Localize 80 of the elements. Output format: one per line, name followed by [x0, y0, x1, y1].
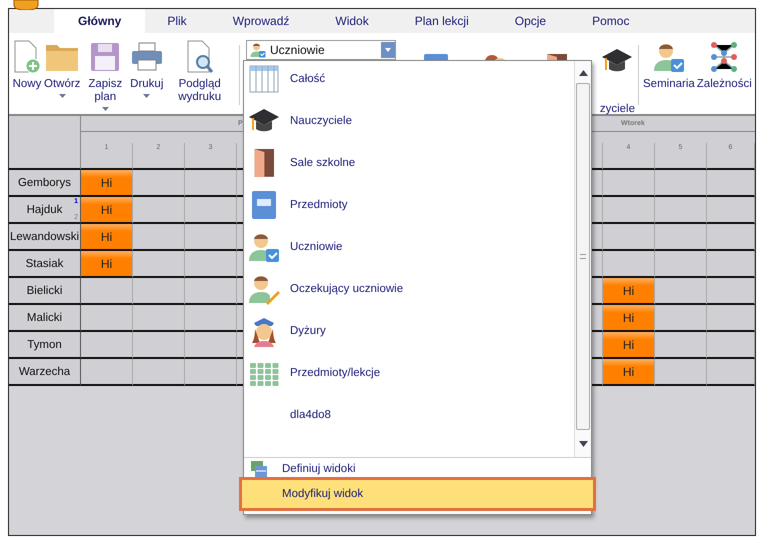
timetable-cell: [707, 170, 755, 197]
lesson-card[interactable]: Hi: [603, 278, 655, 305]
timetable-cell: [133, 359, 185, 386]
ribbon-button[interactable]: Zależności: [696, 37, 753, 107]
menu-tab[interactable]: Główny: [54, 9, 146, 33]
menu-tab[interactable]: Pomoc: [568, 9, 654, 33]
timetable-cell: [81, 305, 133, 332]
lesson-card[interactable]: Hi: [81, 197, 133, 224]
timetable-cell: [81, 332, 133, 359]
menu-tab[interactable]: Plik: [143, 9, 211, 33]
timetable-cell: [655, 305, 707, 332]
view-option[interactable]: Nauczyciele: [244, 100, 574, 142]
timetable-cell: [133, 197, 185, 224]
logo-icon: [12, 0, 40, 10]
timetable-cell: [707, 332, 755, 359]
folder-icon: [45, 42, 80, 72]
menu-item[interactable]: Modyfikuj widok: [242, 480, 593, 508]
student-pencil-icon: [248, 273, 280, 305]
timetable-cell: [655, 251, 707, 278]
ribbon-button[interactable]: Drukuj: [129, 37, 164, 114]
timetable-cell: [133, 332, 185, 359]
view-option[interactable]: Dyżury: [244, 310, 574, 352]
timetable-cell: [655, 332, 707, 359]
timetable-cell: [133, 224, 185, 251]
student-check-icon: [248, 231, 280, 263]
lesson-card[interactable]: Hi: [603, 305, 655, 332]
view-option[interactable]: Przedmioty/lekcje: [244, 352, 574, 394]
timetable-cell: [655, 197, 707, 224]
student-name: Warzecha: [9, 359, 81, 386]
printer-icon: [130, 42, 163, 72]
view-option[interactable]: Całość: [244, 61, 574, 100]
view-windows-icon: [250, 460, 268, 478]
timetable-cell: [707, 251, 755, 278]
timetable-cell: [707, 197, 755, 224]
ribbon-button[interactable]: Zapisz plan: [81, 37, 130, 114]
student-name: Tymon: [9, 332, 81, 359]
new-document-icon: [12, 40, 42, 74]
view-combo[interactable]: Uczniowie: [246, 40, 396, 60]
menu-tab[interactable]: Wprowadź: [208, 9, 314, 33]
lesson-card[interactable]: Hi: [603, 359, 655, 386]
timetable-cell: [655, 278, 707, 305]
timetable-cell: [133, 278, 185, 305]
timetable-cell: [133, 305, 185, 332]
student-name: Bielicki: [9, 278, 81, 305]
scrollbar[interactable]: [574, 61, 591, 457]
view-option[interactable]: Przedmioty: [244, 184, 574, 226]
lesson-card[interactable]: Hi: [81, 170, 133, 197]
timetable-cell: [707, 305, 755, 332]
view-option[interactable]: dla4do8: [244, 394, 574, 436]
ribbon-button[interactable]: Otwórz: [43, 37, 82, 114]
ribbon-button[interactable]: Nowy: [11, 37, 43, 114]
print-preview-icon: [186, 40, 214, 74]
student-name: Malicki: [9, 305, 81, 332]
timetable-cell: [655, 359, 707, 386]
timetable-cell: [707, 359, 755, 386]
menu-tab[interactable]: Widok: [311, 9, 393, 33]
timetable-cell: [707, 278, 755, 305]
book-icon: [252, 191, 276, 219]
ribbon-button[interactable]: zyciele: [598, 37, 635, 118]
view-option[interactable]: Sale szkolne: [244, 142, 574, 184]
timetable-cell: [133, 251, 185, 278]
lesson-card[interactable]: Hi: [81, 251, 133, 278]
timetable-cell: [707, 224, 755, 251]
timetable-cell: [133, 170, 185, 197]
timetable-cell: [655, 170, 707, 197]
timetable-cell: [655, 224, 707, 251]
student-check-icon: [250, 42, 266, 58]
menu-tab[interactable]: Opcje: [490, 9, 570, 33]
ribbon-button[interactable]: Podgląd wydruku: [164, 37, 235, 114]
timetable-cell: [81, 359, 133, 386]
menu-tab[interactable]: Plan lekcji: [390, 9, 493, 33]
timetable-cell: [81, 278, 133, 305]
lesson-card[interactable]: Hi: [603, 332, 655, 359]
view-option[interactable]: Uczniowie: [244, 226, 574, 268]
view-option[interactable]: Oczekujący uczniowie: [244, 268, 574, 310]
lesson-card[interactable]: Hi: [81, 224, 133, 251]
table-icon: [248, 63, 280, 95]
student-check-icon: [652, 41, 685, 73]
door-icon: [254, 148, 274, 178]
ribbon-button[interactable]: Seminaria: [642, 37, 696, 107]
